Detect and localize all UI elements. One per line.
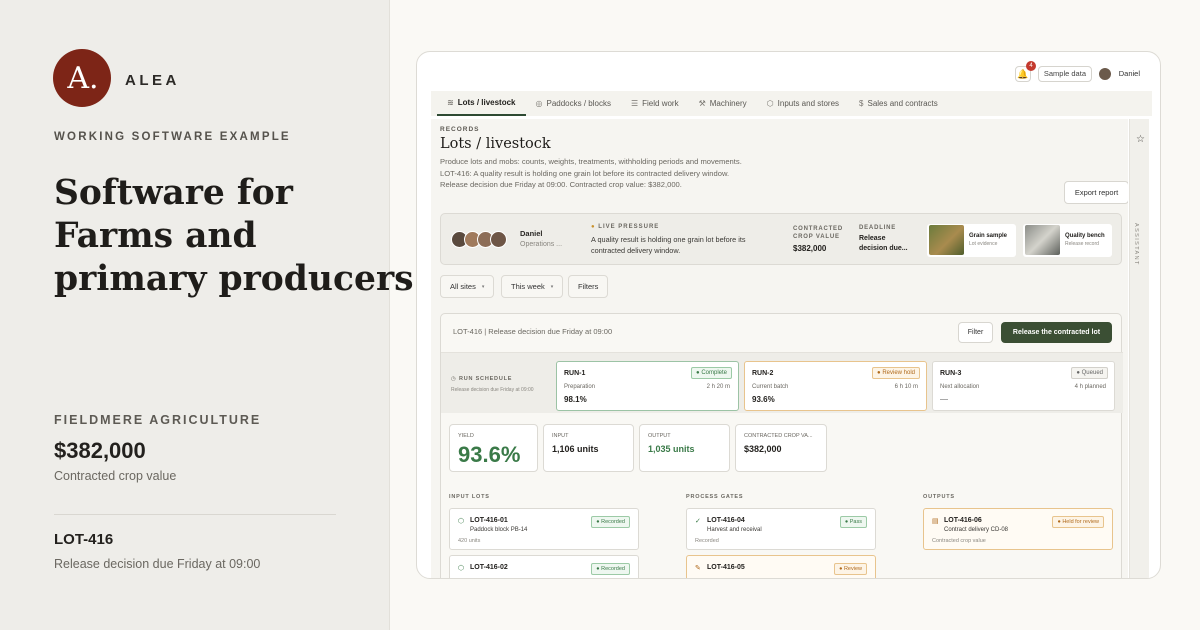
status-badge: ● Review hold [872, 367, 920, 379]
run-schedule-sub: Release decision due Friday at 09:00 [451, 387, 534, 393]
tab-field-work[interactable]: ☰ Field work [621, 91, 689, 116]
input-metric: INPUT 1,106 units [543, 424, 634, 472]
run-card[interactable]: RUN-2 ● Review hold Current batch 6 h 10… [744, 361, 927, 411]
status-badge: ● Complete [691, 367, 732, 379]
top-bar: 🔔 4 Sample data Daniel [417, 52, 1160, 90]
crop-value: $382,000 [793, 244, 827, 253]
status-dot-icon: ● [591, 224, 596, 230]
process-gates-heading: PROCESS GATES [686, 494, 744, 500]
live-pressure-text: A quality result is holding one grain lo… [591, 235, 746, 255]
hero-value: $382,000 [54, 438, 146, 463]
page-title: Lots / livestock [440, 136, 551, 152]
tab-lots-livestock[interactable]: ≋ Lots / livestock [437, 91, 526, 116]
run-card[interactable]: RUN-3 ● Queued Next allocation 4 h plann… [932, 361, 1115, 411]
box-icon: ⬡ [766, 99, 774, 108]
tab-sales-contracts[interactable]: $ Sales and contracts [849, 91, 948, 116]
all-sites-dropdown[interactable]: All sites ▾ [440, 275, 495, 298]
quality-bench-image [1025, 225, 1060, 255]
this-week-dropdown[interactable]: This week ▾ [501, 275, 564, 298]
assistant-rail: ☆ ASSISTANT [1129, 119, 1149, 578]
tab-machinery[interactable]: ⚒ Machinery [689, 91, 757, 116]
lot-card[interactable]: ⬡ LOT-416-02 ● Recorded [449, 555, 639, 578]
output-card[interactable]: ▤ LOT-416-06 Contract delivery CD-08 Con… [923, 508, 1113, 550]
run-card[interactable]: RUN-1 ● Complete Preparation 2 h 20 m 98… [556, 361, 739, 411]
brand-name: ALEA [125, 72, 180, 89]
sample-data-button[interactable]: Sample data [1037, 66, 1092, 82]
hero-value-caption: Contracted crop value [54, 469, 177, 483]
assistant-label: ASSISTANT [1133, 223, 1139, 266]
export-report-button[interactable]: Export report [1064, 181, 1128, 204]
avatar[interactable] [1098, 67, 1112, 81]
outputs-heading: OUTPUTS [923, 494, 955, 500]
run-schedule: ◷ RUN SCHEDULE Release decision due Frid… [441, 352, 1123, 413]
grain-sample-thumb[interactable]: Grain sample Lot evidence [927, 224, 1016, 257]
filter-button[interactable]: Filter [958, 322, 993, 343]
deadline-label: DEADLINE [859, 225, 897, 231]
box-icon: ⬡ [458, 565, 465, 572]
chevron-down-icon: ▾ [481, 283, 485, 290]
company-name: FIELDMERE AGRICULTURE [54, 413, 262, 427]
bell-icon[interactable]: 🔔 4 [1015, 61, 1036, 82]
headline: Software for Farms and primary producers [54, 173, 414, 299]
hero-panel: A. ALEA WORKING SOFTWARE EXAMPLE Softwar… [0, 0, 414, 630]
hero-lot: LOT-416 [54, 531, 114, 548]
check-icon: ✓ [695, 518, 701, 525]
list-icon: ☰ [630, 99, 639, 108]
status-badge: ● Queued [1071, 367, 1108, 379]
lot-card[interactable]: ⬡ LOT-416-01 Paddock block PB-14 420 uni… [449, 508, 639, 550]
grain-sample-image [929, 225, 964, 255]
live-pressure-label: ● LIVE PRESSURE [591, 224, 660, 230]
status-badge: ● Recorded [591, 563, 630, 575]
nav-tabs: ≋ Lots / livestock ◎ Paddocks / blocks ☰ Fi… [431, 91, 1152, 116]
input-lots-heading: INPUT LOTS [449, 494, 490, 500]
live-pressure-card: Daniel Operations ... ● LIVE PRESSURE A … [440, 213, 1122, 265]
crop-value-metric: CONTRACTED CROP VA... $382,000 [735, 424, 827, 472]
notification-count: 4 [1026, 61, 1036, 71]
app-window: 🔔 4 Sample data Daniel ≋ Lots / livestock … [416, 51, 1161, 579]
clock-icon: ◷ [451, 376, 457, 382]
hero-lot-caption: Release decision due Friday at 09:00 [54, 557, 261, 571]
output-metric: OUTPUT 1,035 units [639, 424, 730, 472]
box-icon: ⬡ [458, 518, 465, 525]
avatar [490, 231, 507, 248]
tab-paddocks-blocks[interactable]: ◎ Paddocks / blocks [526, 91, 621, 116]
lot-panel: LOT-416 | Release decision due Friday at… [440, 313, 1123, 578]
owner-name: Daniel [520, 229, 543, 238]
status-badge: ● Review [834, 563, 867, 575]
gate-card[interactable]: ✓ LOT-416-04 Harvest and receival Record… [686, 508, 876, 550]
pencil-icon: ✎ [695, 565, 701, 572]
layers-icon: ≋ [447, 98, 454, 107]
wrench-icon: ⚒ [698, 99, 706, 108]
deadline-value: Release decision due... [859, 235, 908, 252]
alea-logo: A. [53, 49, 111, 107]
status-badge: ● Pass [839, 516, 867, 528]
chevron-down-icon: ▾ [550, 283, 554, 290]
crop-value-label: CONTRACTED CROP VALUE [793, 226, 843, 240]
dollar-icon: $ [859, 99, 864, 108]
divider [54, 514, 336, 515]
quality-bench-thumb[interactable]: Quality bench Release record [1023, 224, 1112, 257]
eyebrow: WORKING SOFTWARE EXAMPLE [54, 131, 291, 143]
panel-header: LOT-416 | Release decision due Friday at… [453, 327, 613, 336]
gate-card[interactable]: ✎ LOT-416-05 ● Review [686, 555, 876, 578]
map-pin-icon: ◎ [535, 99, 543, 108]
yield-metric: YIELD 93.6% [449, 424, 538, 472]
section-label: RECORDS [440, 126, 480, 133]
filters-button[interactable]: Filters [568, 275, 609, 298]
run-schedule-label: ◷ RUN SCHEDULE [451, 376, 513, 382]
tab-inputs-stores[interactable]: ⬡ Inputs and stores [757, 91, 849, 116]
owner-role: Operations ... [520, 241, 563, 248]
status-badge: ● Held for review [1052, 516, 1104, 528]
release-lot-button[interactable]: Release the contracted lot [1001, 322, 1112, 343]
star-icon[interactable]: ☆ [1134, 133, 1147, 146]
user-name[interactable]: Daniel [1119, 69, 1140, 78]
main-content: RECORDS Lots / livestock Produce lots an… [431, 119, 1128, 578]
document-icon: ▤ [932, 518, 939, 525]
status-badge: ● Recorded [591, 516, 630, 528]
page-description: Produce lots and mobs: counts, weights, … [440, 157, 742, 190]
